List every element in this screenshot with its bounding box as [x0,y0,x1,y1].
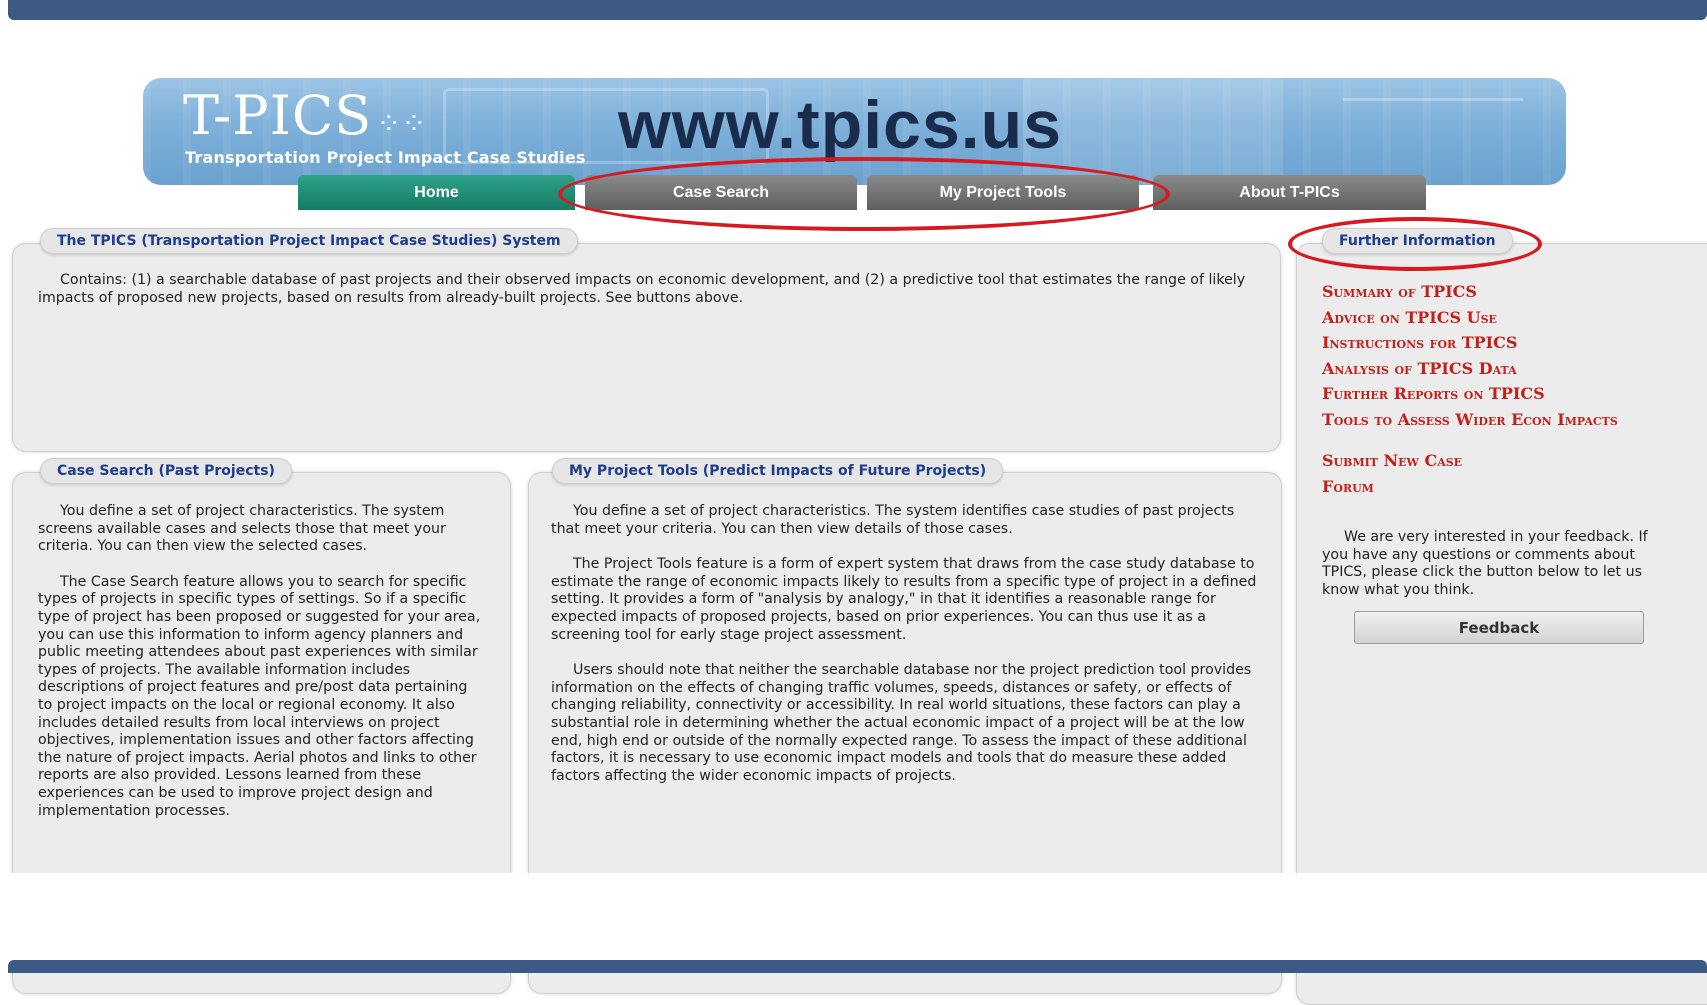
overview-panel-title: The TPICS (Transportation Project Impact… [40,228,578,254]
bottom-border-bar [8,960,1707,973]
case-search-panel-body: You define a set of project characterist… [38,503,486,838]
project-tools-panel-title: My Project Tools (Predict Impacts of Fut… [552,458,1004,484]
project-tools-paragraph: The Project Tools feature is a form of e… [551,556,1257,643]
link-tools-wider-econ-impacts[interactable]: Tools to Assess Wider Econ Impacts [1322,407,1618,433]
nav-tab-home[interactable]: Home [298,175,575,210]
project-tools-paragraph: You define a set of project characterist… [551,503,1235,537]
feedback-prompt-text: We are very interested in your feedback.… [1322,529,1648,598]
link-forum[interactable]: Forum [1322,474,1462,500]
highlight-ring-nav [558,157,1170,231]
link-summary-of-tpics[interactable]: Summary of TPICS [1322,279,1618,305]
link-further-reports[interactable]: Further Reports on TPICS [1322,381,1618,407]
tpics-logo[interactable]: T-PICS ⁘⁘ [183,86,427,146]
link-advice-on-tpics-use[interactable]: Advice on TPICS Use [1322,305,1618,331]
project-tools-panel-body: You define a set of project characterist… [551,503,1257,803]
overview-panel-body: Contains: (1) a searchable database of p… [38,272,1253,325]
link-submit-new-case[interactable]: Submit New Case [1322,448,1462,474]
further-info-links: Summary of TPICS Advice on TPICS Use Ins… [1322,279,1618,432]
feedback-button[interactable]: Feedback [1354,611,1644,644]
site-url-heading: www.tpics.us [618,87,1063,163]
case-search-paragraph: You define a set of project characterist… [38,503,446,555]
project-tools-paragraph: Users should note that neither the searc… [551,662,1252,784]
feedback-prompt: We are very interested in your feedback.… [1322,529,1672,599]
case-search-panel-title: Case Search (Past Projects) [40,458,292,484]
highlight-ring-further-info [1288,217,1542,271]
top-border-bar [8,0,1707,20]
logo-subtitle: Transportation Project Impact Case Studi… [185,148,586,167]
nav-tab-about[interactable]: About T-PICs [1153,175,1426,210]
banner-decoration [1343,98,1523,161]
overview-text: Contains: (1) a searchable database of p… [38,272,1246,306]
page-bottom-whitespace [0,873,1707,960]
further-info-links-secondary: Submit New Case Forum [1322,448,1462,499]
link-instructions-for-tpics[interactable]: Instructions for TPICS [1322,330,1618,356]
logo-dots-icon: ⁘⁘ [376,107,427,142]
logo-mark: T-PICS [183,84,373,147]
link-analysis-of-tpics-data[interactable]: Analysis of TPICS Data [1322,356,1618,382]
case-search-paragraph: The Case Search feature allows you to se… [38,573,481,819]
